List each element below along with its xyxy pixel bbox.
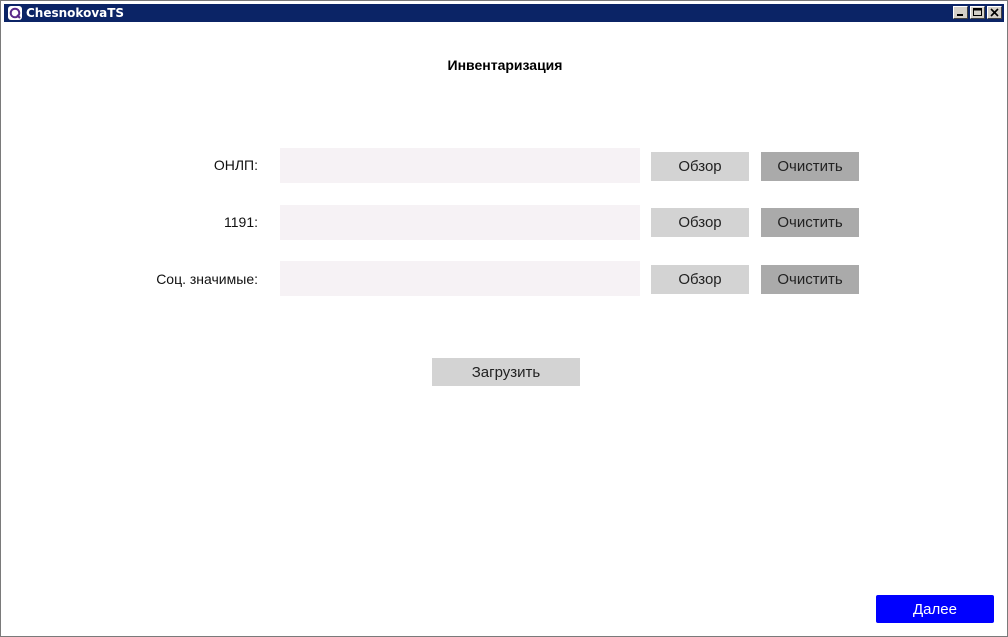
page-title: Инвентаризация [447, 57, 563, 73]
social-label: Соц. значимые: [156, 271, 258, 287]
minimize-icon [957, 14, 963, 16]
onlp-browse-button[interactable]: Обзор [651, 152, 749, 181]
social-clear-button[interactable]: Очистить [761, 265, 859, 294]
1191-browse-button[interactable]: Обзор [651, 208, 749, 237]
1191-path-field[interactable] [280, 205, 640, 240]
window-controls [953, 6, 1002, 19]
social-path-field[interactable] [280, 261, 640, 296]
close-icon [990, 8, 999, 17]
next-button[interactable]: Далее [876, 595, 994, 623]
social-browse-button[interactable]: Обзор [651, 265, 749, 294]
onlp-clear-button[interactable]: Очистить [761, 152, 859, 181]
onlp-path-field[interactable] [280, 148, 640, 183]
title-bar[interactable]: ChesnokovaTS [4, 4, 1004, 22]
minimize-button[interactable] [953, 6, 968, 19]
onlp-label: ОНЛП: [213, 157, 258, 173]
app-logo-icon [8, 6, 22, 20]
maximize-button[interactable] [970, 6, 985, 19]
1191-clear-button[interactable]: Очистить [761, 208, 859, 237]
app-window: ChesnokovaTS Инвентаризация ОНЛП: Обзор … [0, 0, 1008, 637]
close-button[interactable] [987, 6, 1002, 19]
1191-label: 1191: [224, 214, 258, 230]
maximize-icon [973, 8, 982, 16]
load-button[interactable]: Загрузить [432, 358, 580, 386]
window-title: ChesnokovaTS [26, 6, 125, 20]
